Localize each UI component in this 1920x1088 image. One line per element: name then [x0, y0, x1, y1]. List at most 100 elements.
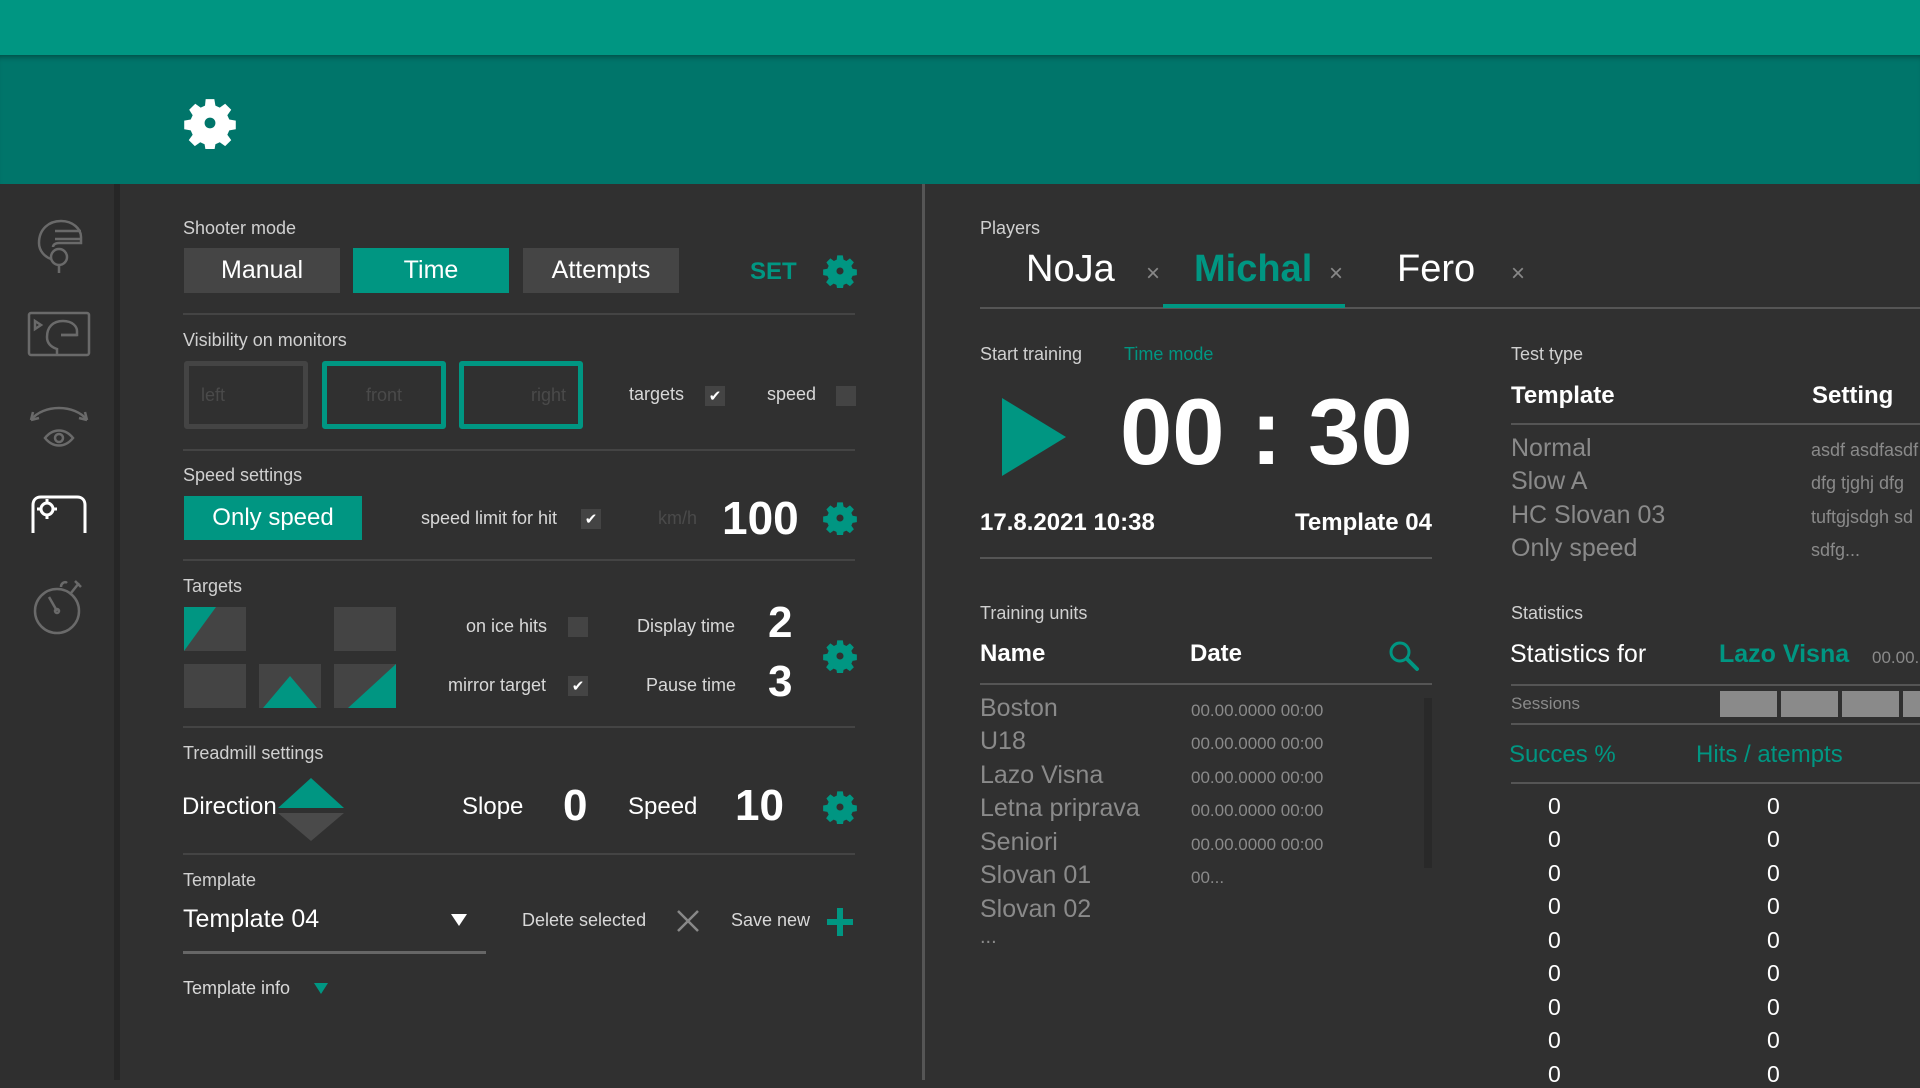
mode-manual-button[interactable]: Manual	[184, 248, 340, 293]
plus-icon[interactable]	[827, 908, 853, 936]
column-header-hits[interactable]: Hits / atempts	[1696, 741, 1843, 769]
save-new-label[interactable]: Save new	[731, 910, 810, 931]
list-scrollbar[interactable]	[1424, 698, 1432, 868]
delete-selected-label[interactable]: Delete selected	[522, 910, 646, 931]
direction-down-arrow-icon[interactable]	[276, 813, 346, 843]
target-top-right[interactable]	[334, 607, 396, 651]
shooter-settings-gear-icon[interactable]	[823, 254, 857, 288]
column-header-setting[interactable]: Setting	[1812, 382, 1893, 410]
active-player-indicator	[1163, 304, 1345, 308]
speed-limit-checkbox[interactable]: ✔	[581, 509, 601, 529]
players-underline	[980, 307, 1920, 309]
shooter-mode-label: Shooter mode	[183, 218, 297, 238]
list-item[interactable]: Slovan 01	[980, 861, 1091, 890]
player-tab-michal[interactable]: Michal	[1194, 248, 1312, 291]
display-time-value[interactable]: 2	[768, 598, 792, 648]
test-type-item[interactable]: Only speed	[1511, 534, 1637, 563]
targets-visibility-checkbox[interactable]: ✔	[705, 386, 725, 406]
column-header-name[interactable]: Name	[980, 640, 1045, 668]
pause-time-value[interactable]: 3	[768, 657, 792, 707]
slope-value[interactable]: 0	[563, 781, 587, 831]
session-bar[interactable]	[1903, 691, 1920, 717]
list-item[interactable]: Boston	[980, 694, 1058, 723]
template-info-chevron-icon[interactable]	[314, 983, 328, 994]
delete-x-icon[interactable]	[676, 909, 700, 933]
test-type-item[interactable]: Slow A	[1511, 467, 1587, 496]
divider	[1511, 684, 1920, 686]
check-icon: ✔	[708, 388, 722, 405]
list-item[interactable]: Letna priprava	[980, 794, 1140, 823]
sidebar-item-view[interactable]	[24, 390, 94, 460]
test-type-item[interactable]: HC Slovan 03	[1511, 501, 1665, 530]
chevron-down-icon	[451, 914, 467, 926]
training-datetime: 17.8.2021 10:38	[980, 509, 1155, 536]
close-player-fero-icon[interactable]: ×	[1511, 260, 1525, 288]
list-item[interactable]: Lazo Visna	[980, 761, 1103, 790]
mode-attempts-button[interactable]: Attempts	[523, 248, 679, 293]
divider	[183, 313, 855, 315]
close-player-michal-icon[interactable]: ×	[1329, 260, 1343, 288]
close-player-noja-icon[interactable]: ×	[1146, 260, 1160, 288]
target-bottom-right[interactable]	[334, 664, 396, 708]
player-tab-noja[interactable]: NoJa	[1026, 248, 1115, 291]
stat-success-value: 0	[1548, 826, 1561, 852]
gear-icon[interactable]	[184, 97, 236, 149]
search-icon[interactable]	[1388, 640, 1420, 672]
list-item[interactable]: Seniori	[980, 828, 1058, 857]
on-ice-hits-checkbox[interactable]	[568, 617, 588, 637]
set-button[interactable]: SET	[750, 258, 797, 286]
speed-visibility-checkbox[interactable]	[836, 386, 856, 406]
list-item-date: 00.00.0000 00:00	[1191, 801, 1324, 820]
sidebar-item-timer[interactable]	[24, 570, 94, 640]
treadmill-speed-value[interactable]: 10	[735, 781, 784, 831]
sidebar-item-player[interactable]	[24, 210, 94, 280]
list-item[interactable]: Slovan 02	[980, 895, 1091, 924]
list-item-date: 00...	[1191, 868, 1225, 887]
column-header-template[interactable]: Template	[1511, 382, 1615, 410]
stat-hits-value: 0	[1767, 826, 1780, 852]
treadmill-settings-gear-icon[interactable]	[823, 790, 857, 824]
treadmill-label: Treadmill settings	[183, 743, 324, 763]
stat-success-value: 0	[1548, 1061, 1561, 1087]
column-header-success[interactable]: Succes %	[1509, 741, 1616, 769]
target-bottom-left[interactable]	[184, 664, 246, 708]
monitor-left-toggle[interactable]: left	[184, 361, 308, 429]
session-bar[interactable]	[1720, 691, 1777, 717]
sidebar-item-targets[interactable]	[24, 480, 94, 550]
template-info-label[interactable]: Template info	[183, 978, 290, 999]
stat-success-value: 0	[1548, 893, 1561, 919]
stat-hits-value: 0	[1767, 793, 1780, 819]
sidebar-item-monitor[interactable]	[24, 300, 94, 370]
divider	[1511, 782, 1920, 784]
stat-hits-value: 0	[1767, 994, 1780, 1020]
time-mode-label: Time mode	[1124, 344, 1214, 364]
target-corner-icon	[184, 607, 216, 651]
treadmill-speed-label: Speed	[628, 793, 698, 820]
statistics-for-label: Statistics for	[1510, 640, 1647, 668]
list-item-date: 00.00.0000 00:00	[1191, 734, 1324, 753]
monitor-front-label: front	[365, 384, 403, 405]
speed-limit-value[interactable]: 100	[722, 491, 799, 545]
session-bar[interactable]	[1781, 691, 1838, 717]
test-type-item[interactable]: Normal	[1511, 434, 1592, 463]
direction-up-arrow-icon[interactable]	[276, 776, 346, 810]
divider	[183, 559, 855, 561]
statistics-player-name[interactable]: Lazo Visna	[1719, 640, 1849, 669]
column-header-date[interactable]: Date	[1190, 640, 1242, 668]
only-speed-button[interactable]: Only speed	[184, 496, 362, 540]
stat-success-value: 0	[1548, 793, 1561, 819]
test-type-setting: sdfg...	[1811, 540, 1861, 560]
monitor-right-toggle[interactable]: right	[459, 361, 583, 429]
mode-time-button[interactable]: Time	[353, 248, 509, 293]
monitor-front-toggle[interactable]: front	[322, 361, 446, 429]
template-select[interactable]: Template 04	[183, 898, 486, 954]
target-top-left[interactable]	[184, 607, 246, 651]
target-bottom-center[interactable]	[259, 664, 321, 708]
player-tab-fero[interactable]: Fero	[1397, 248, 1475, 291]
play-icon[interactable]	[1002, 398, 1066, 476]
mirror-target-checkbox[interactable]: ✔	[568, 676, 588, 696]
speed-settings-gear-icon[interactable]	[823, 501, 857, 535]
list-item[interactable]: U18	[980, 727, 1026, 756]
session-bar[interactable]	[1842, 691, 1899, 717]
targets-settings-gear-icon[interactable]	[823, 639, 857, 673]
